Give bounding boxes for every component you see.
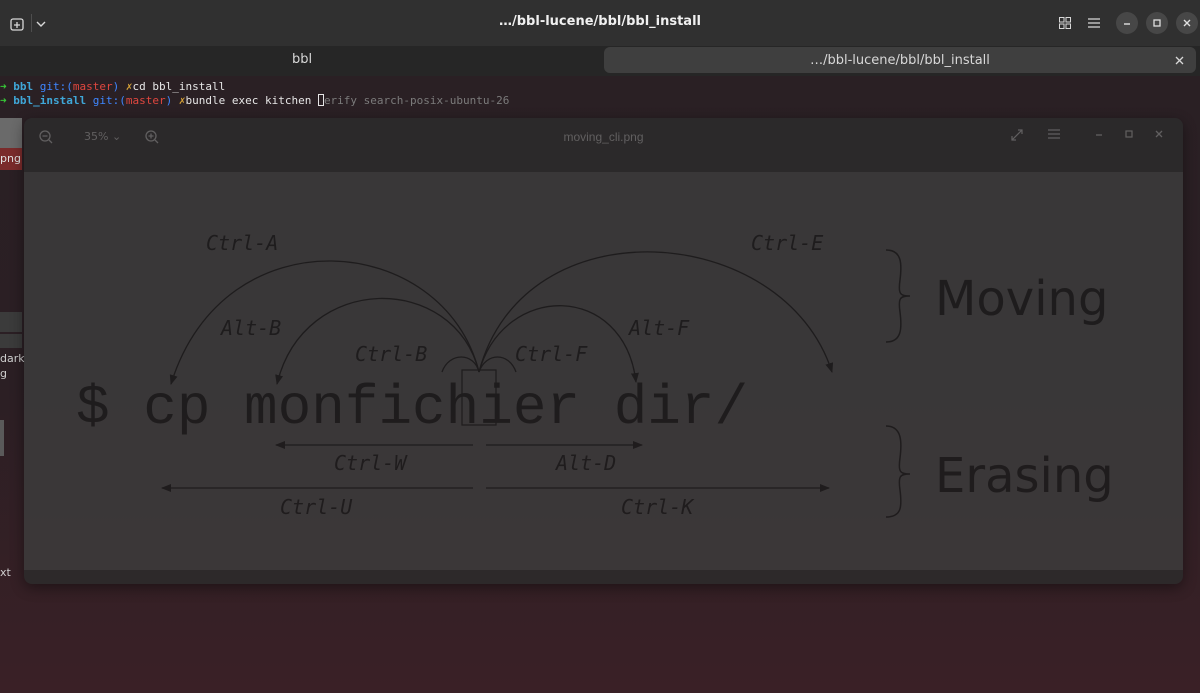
- overview-button[interactable]: [1054, 12, 1076, 34]
- label-ctrl-k: Ctrl-K: [621, 495, 695, 519]
- minimize-icon: [1096, 134, 1102, 136]
- viewer-maximize-button[interactable]: [1124, 128, 1142, 146]
- viewer-header: 35% ⌄ moving_cli.png: [24, 118, 1183, 158]
- hamburger-icon: [1088, 18, 1100, 28]
- minimize-button[interactable]: [1116, 12, 1138, 34]
- close-icon: [1155, 130, 1163, 138]
- tab-bbl[interactable]: bbl: [0, 46, 604, 72]
- command-text: bundle exec kitchen: [185, 94, 318, 107]
- tab-bbl-install[interactable]: …/bbl-lucene/bbl/bbl_install: [604, 47, 1196, 73]
- label-ctrl-a: Ctrl-A: [206, 231, 278, 255]
- background-fragment: g: [0, 367, 7, 380]
- main-menu-button[interactable]: [1083, 12, 1105, 34]
- git-branch: master: [72, 80, 113, 93]
- grid-icon: [1059, 17, 1071, 29]
- tab-close-button[interactable]: [1170, 51, 1188, 69]
- git-label-close: ): [112, 80, 120, 93]
- background-thumbnail: [0, 334, 22, 348]
- brace-moving: [885, 249, 911, 343]
- command-text: cd bbl_install: [132, 80, 226, 93]
- label-alt-b: Alt-B: [219, 316, 281, 340]
- label-erasing: Erasing: [935, 448, 1114, 504]
- autosuggestion: erify search-posix-ubuntu-26: [323, 94, 510, 107]
- hamburger-icon: [1048, 129, 1060, 139]
- tab-bar: bbl …/bbl-lucene/bbl/bbl_install: [0, 46, 1200, 76]
- git-label: git:(: [39, 80, 73, 93]
- git-branch: master: [125, 94, 166, 107]
- maximize-icon: [1125, 130, 1133, 138]
- viewer-minimize-button[interactable]: [1094, 128, 1112, 146]
- prompt-dir: bbl_install: [13, 94, 87, 107]
- git-label: git:(: [92, 94, 126, 107]
- label-ctrl-e: Ctrl-E: [751, 231, 823, 255]
- git-label-close: ): [165, 94, 173, 107]
- brace-erasing: [885, 425, 911, 518]
- maximize-icon: [1153, 19, 1161, 27]
- background-thumbnail: [0, 118, 22, 148]
- label-ctrl-w: Ctrl-W: [334, 451, 408, 475]
- background-edge: [0, 420, 4, 456]
- label-alt-d: Alt-D: [554, 451, 616, 475]
- prompt-dir: bbl: [13, 80, 34, 93]
- image-viewer-window[interactable]: 35% ⌄ moving_cli.png Ctrl-A Ctrl-E Alt-B…: [24, 118, 1183, 584]
- tab-label: bbl: [291, 51, 313, 67]
- diagram-prompt: $ cp monfichier dir/: [76, 376, 748, 440]
- label-alt-f: Alt-F: [627, 316, 690, 340]
- dirty-mark: ✗: [125, 80, 133, 93]
- arc-ctrl-a: [169, 260, 480, 385]
- background-thumbnail: [0, 312, 22, 332]
- fullscreen-icon: [1011, 129, 1023, 141]
- background-fragment: png: [0, 148, 22, 170]
- maximize-button[interactable]: [1146, 12, 1168, 34]
- terminal-line: ➜ bbl git:(master) ✗cd bbl_install: [0, 80, 225, 94]
- close-icon: [1183, 19, 1191, 27]
- moving-cli-diagram: Ctrl-A Ctrl-E Alt-B Alt-F Ctrl-B Ctrl-F …: [76, 231, 1114, 519]
- minimize-icon: [1124, 23, 1130, 25]
- terminal-line: ➜ bbl_install git:(master) ✗bundle exec …: [0, 94, 509, 108]
- prompt-arrow: ➜: [0, 80, 7, 93]
- fullscreen-button[interactable]: [1010, 128, 1028, 146]
- label-ctrl-u: Ctrl-U: [280, 495, 353, 519]
- viewer-close-button[interactable]: [1154, 128, 1172, 146]
- viewer-menu-button[interactable]: [1048, 128, 1066, 146]
- label-ctrl-b: Ctrl-B: [355, 342, 427, 366]
- close-button[interactable]: [1176, 12, 1198, 34]
- background-fragment: xt: [0, 566, 11, 579]
- image-canvas: Ctrl-A Ctrl-E Alt-B Alt-F Ctrl-B Ctrl-F …: [24, 172, 1183, 570]
- header-bar: …/bbl-lucene/bbl/bbl_install: [0, 0, 1200, 46]
- window-title: …/bbl-lucene/bbl/bbl_install: [499, 14, 701, 29]
- prompt-arrow: ➜: [0, 94, 7, 107]
- close-icon: [1175, 56, 1183, 64]
- tab-label: …/bbl-lucene/bbl/bbl_install: [810, 52, 990, 68]
- background-fragment: dark: [0, 352, 25, 365]
- label-ctrl-f: Ctrl-F: [515, 342, 588, 366]
- label-moving: Moving: [935, 271, 1108, 327]
